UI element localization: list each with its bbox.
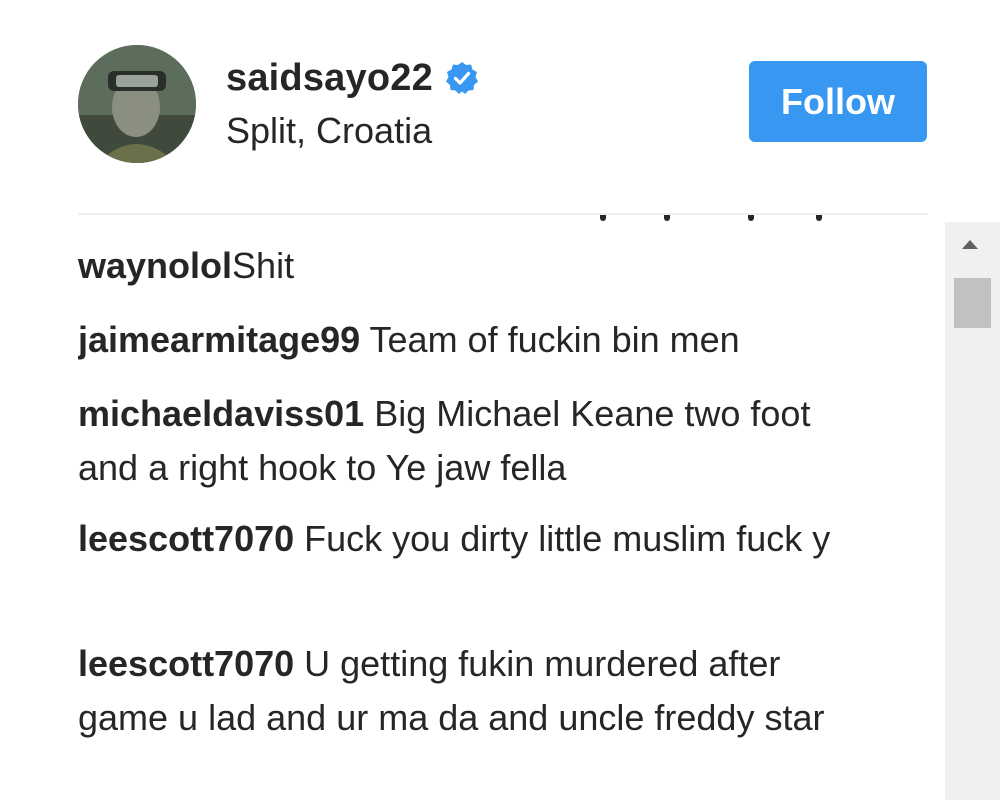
follow-button[interactable]: Follow — [749, 61, 927, 142]
comment-item: michaeldaviss01 Big Michael Keane two fo… — [78, 387, 838, 495]
username-row: saidsayo22 — [226, 56, 479, 100]
comment-author[interactable]: leescott7070 — [78, 643, 294, 684]
comment-author[interactable]: waynolol — [78, 245, 232, 286]
comment-text: Fuck you dirty little muslim fuck y — [294, 518, 831, 559]
username-link[interactable]: saidsayo22 — [226, 57, 433, 100]
location-link[interactable]: Split, Croatia — [226, 110, 479, 152]
scroll-up-arrow-icon[interactable] — [962, 240, 978, 249]
comment-item: leescott7070 Fuck you dirty little musli… — [78, 512, 838, 566]
user-block: saidsayo22 Split, Croatia — [226, 56, 479, 152]
comment-author[interactable]: leescott7070 — [78, 518, 294, 559]
scroll-thumb[interactable] — [954, 278, 991, 328]
comment-text: Shit — [232, 245, 295, 286]
truncated-previous-comment — [598, 215, 828, 223]
comment-item: leescott7070 U getting fukin murdered af… — [78, 637, 838, 745]
comments-list: waynololShit jaimearmitage99 Team of fuc… — [78, 215, 938, 800]
instagram-post-panel: saidsayo22 Split, Croatia Follow waynolo… — [0, 0, 1000, 800]
verified-badge-icon — [445, 61, 479, 95]
post-header: saidsayo22 Split, Croatia Follow — [0, 0, 1000, 215]
avatar[interactable] — [78, 45, 196, 163]
comments-scrollbar[interactable] — [945, 222, 1000, 800]
comment-item: jaimearmitage99 Team of fuckin bin men — [78, 313, 878, 367]
comment-author[interactable]: jaimearmitage99 — [78, 319, 360, 360]
comment-author[interactable]: michaeldaviss01 — [78, 393, 364, 434]
avatar-photo-icon — [78, 45, 196, 163]
comment-item: waynololShit — [78, 239, 878, 293]
comment-text: Team of fuckin bin men — [360, 319, 740, 360]
